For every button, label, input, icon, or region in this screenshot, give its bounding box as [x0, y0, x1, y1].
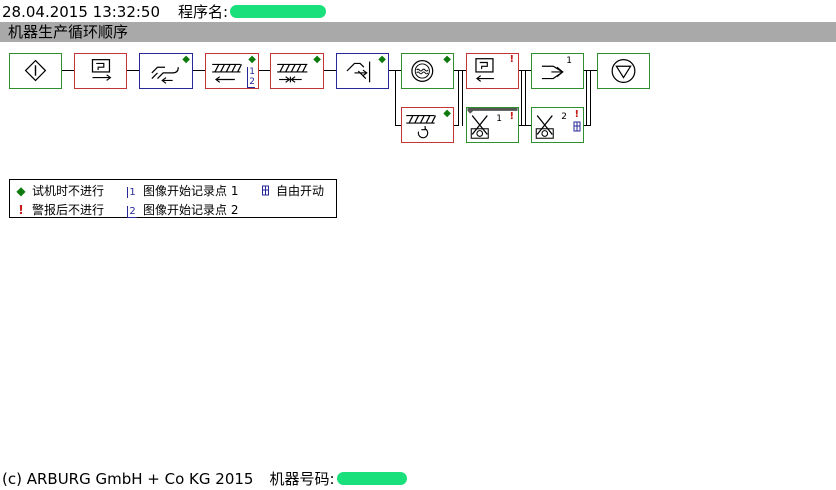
redacted-program-name [230, 5, 327, 18]
connector [525, 70, 526, 126]
diamond-marker-icon: ◆ [378, 54, 386, 65]
mould-close-icon [91, 59, 112, 81]
cycle-start-icon [24, 59, 47, 82]
connector [127, 70, 139, 71]
connector [590, 70, 591, 126]
diamond-marker-icon: ◆ [313, 54, 321, 65]
connector [586, 70, 587, 126]
page-title: 机器生产循环顺序 [8, 23, 129, 41]
step-cycle-end[interactable] [597, 53, 650, 89]
step-ejector-2[interactable]: 2 ! [531, 107, 584, 143]
diamond-icon: ◆ [16, 184, 26, 198]
diamond-marker-icon: ◆ [182, 54, 190, 65]
connector [454, 125, 459, 126]
title-bar: 机器生产循环顺序 [0, 22, 836, 42]
legend-label: 图像开始记录点 2 [143, 203, 239, 217]
image-point-1-icon: 1 [127, 187, 137, 198]
step-cycle-start[interactable] [9, 53, 62, 89]
footer: (c) ARBURG GmbH + Co KG 2015 机器号码: [2, 468, 407, 489]
connector [62, 70, 74, 71]
header-line: 28.04.2015 13:32:50 程序名: [2, 1, 327, 22]
connector [462, 70, 463, 126]
legend-label: 自由开动 [276, 184, 325, 198]
redacted-machine-number [336, 472, 407, 485]
step-number: 1 [566, 56, 572, 66]
connector [395, 70, 396, 126]
connector [584, 125, 591, 126]
diamond-marker-icon: ◆ [443, 54, 451, 65]
legend-dry-run: ◆ 试机时不进行 [13, 182, 104, 199]
legend-label: 试机时不进行 [32, 184, 105, 198]
step-mould-open[interactable]: ! [466, 53, 519, 89]
step-removal[interactable]: 1 [531, 53, 584, 89]
step-dosing[interactable]: ◆ [401, 107, 454, 143]
connector [458, 70, 459, 126]
diamond-marker-icon: ◆ [248, 54, 256, 65]
datetime: 28.04.2015 13:32:50 [2, 3, 161, 21]
step-number: 2 [561, 112, 567, 122]
connector [521, 70, 522, 126]
cycle-end-icon [611, 59, 636, 83]
legend-free-start: 自由开动 [261, 182, 324, 199]
exclamation-marker-icon: ! [509, 54, 514, 65]
program-name-label: 程序名: [178, 3, 229, 21]
diamond-marker-icon: ◆ [443, 108, 451, 119]
free-start-icon [573, 121, 581, 132]
legend-after-alarm: ! 警报后不进行 [13, 201, 104, 218]
copyright: (c) ARBURG GmbH + Co KG 2015 [2, 470, 254, 488]
exclamation-icon: ! [18, 203, 24, 217]
connector [454, 70, 466, 71]
removal-icon [541, 65, 564, 80]
legend-image-point-2: 2 图像开始记录点 2 [127, 201, 238, 218]
step-nozzle-forward[interactable]: ◆ [139, 53, 193, 89]
legend-label: 图像开始记录点 1 [143, 184, 239, 198]
connector [193, 70, 205, 71]
step-injection[interactable]: ◆ 1 2 [205, 53, 259, 89]
legend-box: ◆ 试机时不进行 ! 警报后不进行 1 图像开始记录点 1 2 图像开始记录点 2 自由… [9, 179, 337, 218]
legend-image-point-1: 1 图像开始记录点 1 [127, 182, 238, 199]
connector [324, 70, 336, 71]
image-point-2-icon: 2 [127, 206, 137, 218]
step-holding-pressure[interactable]: ◆ [270, 53, 324, 89]
free-start-icon [262, 185, 269, 196]
step-heating[interactable]: ◆ [401, 53, 454, 89]
image-point-2-icon: 2 [247, 77, 255, 88]
machine-number-label: 机器号码: [269, 470, 335, 488]
step-mould-close[interactable] [74, 53, 127, 89]
image-point-1-icon: 1 [247, 67, 255, 77]
step-ejector-1[interactable]: 1 ! [466, 107, 519, 143]
exclamation-marker-icon: ! [509, 111, 514, 122]
legend-label: 警报后不进行 [32, 203, 105, 217]
connector [519, 125, 531, 126]
exclamation-marker-icon: ! [574, 109, 579, 120]
step-number: 1 [496, 114, 502, 124]
step-cooling-time[interactable]: ◆ [336, 53, 389, 89]
